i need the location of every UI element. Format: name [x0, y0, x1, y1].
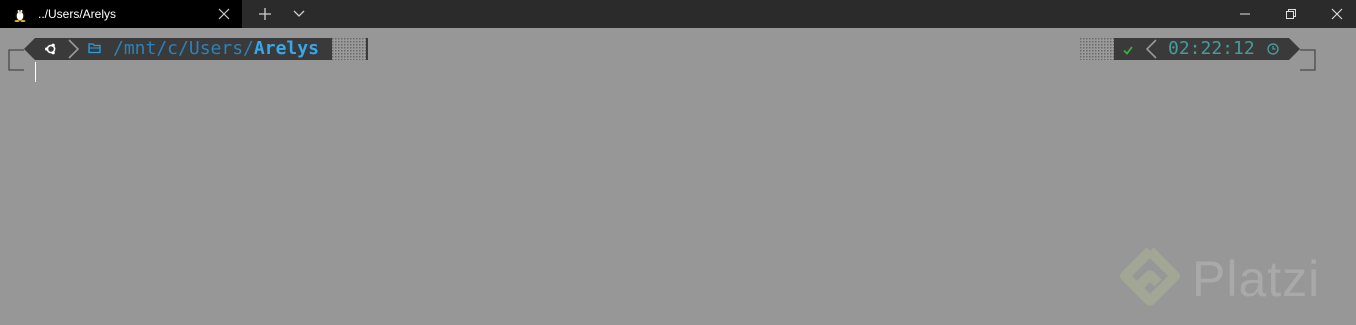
text-cursor[interactable] — [35, 62, 36, 82]
current-path: /mnt/c/Users/Arelys — [113, 38, 319, 60]
tab-title: ../Users/Arelys — [38, 7, 117, 21]
path-prefix: /mnt/c/Users/ — [113, 38, 254, 59]
tab-active[interactable]: ../Users/Arelys — [0, 0, 242, 28]
restore-button[interactable] — [1268, 0, 1314, 28]
chevron-left-icon — [1145, 39, 1157, 59]
chevron-down-icon[interactable] — [292, 9, 306, 19]
minimize-button[interactable] — [1222, 0, 1268, 28]
fade-pattern-right — [1080, 38, 1114, 60]
close-window-button[interactable] — [1314, 0, 1356, 28]
fade-pattern-left — [332, 38, 366, 60]
maximize-icon — [1286, 9, 1296, 19]
platzi-watermark: Platzi — [1192, 251, 1321, 307]
path-current-folder: Arelys — [253, 38, 319, 59]
clock-icon — [1267, 43, 1279, 55]
folder-icon — [88, 43, 101, 54]
prompt-time: 02:22:12 — [1168, 38, 1255, 59]
close-icon — [1331, 8, 1343, 20]
linux-penguin-icon — [14, 9, 26, 22]
prompt-bracket-right — [1300, 49, 1316, 71]
new-tab-icon[interactable] — [258, 7, 272, 21]
chevron-right-icon — [68, 39, 80, 59]
check-icon — [1123, 46, 1133, 55]
ubuntu-icon — [45, 43, 56, 55]
prompt-bracket-left — [8, 49, 24, 71]
title-bar: ../Users/Arelys — [0, 0, 1356, 28]
close-tab-icon[interactable] — [217, 7, 231, 21]
minimize-icon — [1240, 13, 1250, 15]
platzi-logo-icon — [1120, 247, 1180, 306]
